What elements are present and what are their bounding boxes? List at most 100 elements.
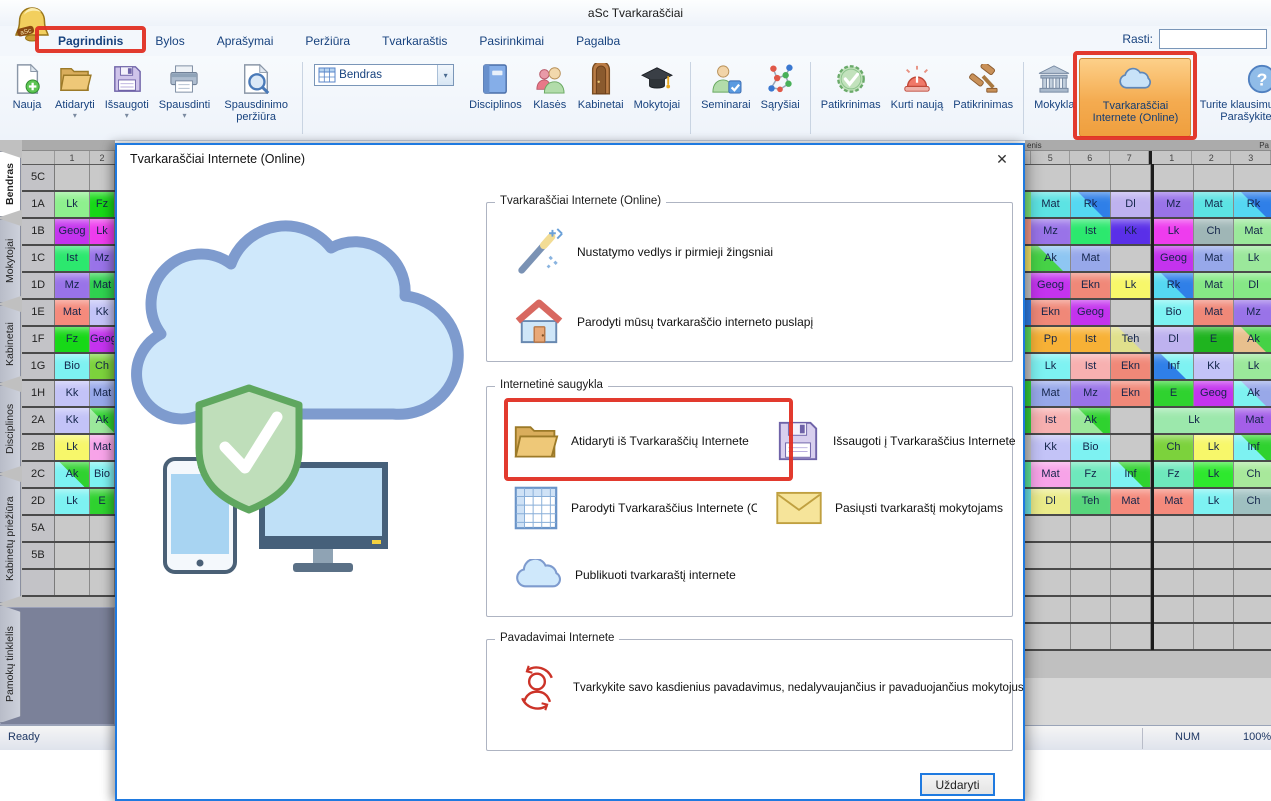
timetable-cell[interactable]: Mat [1031, 192, 1071, 217]
timetable-cell[interactable]: Geog [1194, 381, 1234, 406]
timetable-cell[interactable]: Lk [1154, 408, 1235, 433]
timetable-cell[interactable]: Ist [1071, 354, 1111, 379]
timetable-cell[interactable]: Mat [1234, 219, 1271, 244]
timetable-cell[interactable] [1194, 516, 1234, 541]
timetable-cell[interactable] [90, 516, 115, 541]
timetable-cell[interactable]: Pp [1031, 327, 1071, 352]
timetable-cell[interactable] [90, 570, 115, 595]
timetable-cell[interactable] [1031, 516, 1071, 541]
timetable-cell[interactable] [1111, 570, 1151, 595]
timetable-cell[interactable]: Ak [1234, 327, 1271, 352]
timetable-cell[interactable] [1234, 516, 1271, 541]
timetable-cell[interactable]: Kk [55, 408, 90, 433]
timetable-cell[interactable] [1234, 165, 1271, 190]
classes-button[interactable]: Klasės [527, 58, 573, 138]
timetable-cell[interactable]: Ist [1071, 219, 1111, 244]
timetable-cell[interactable]: Dl [1234, 273, 1271, 298]
timetable-cell[interactable]: Kk [1194, 354, 1234, 379]
timetable-cell[interactable]: Mat [1154, 489, 1194, 514]
timetable-cell[interactable]: Mz [1071, 381, 1111, 406]
timetable-cell[interactable]: Bio [55, 354, 90, 379]
menu-tab-pagalba[interactable]: Pagalba [562, 29, 634, 53]
timetable-cell[interactable] [1111, 300, 1151, 325]
timetable-cell[interactable]: E [1194, 327, 1234, 352]
menu-tab-apra-ymai[interactable]: Aprašymai [203, 29, 288, 53]
timetable-cell[interactable] [1071, 597, 1111, 622]
save-button[interactable]: Išsaugoti▾ [100, 58, 154, 138]
timetable-cell[interactable] [1234, 543, 1271, 568]
publish-online-item[interactable]: Publikuoti tvarkaraštį internete [513, 541, 775, 608]
timetable-cell[interactable]: Ist [1031, 408, 1071, 433]
timetable-cell[interactable]: Mat [1235, 408, 1271, 433]
timetable-cell[interactable]: Geog [90, 327, 115, 352]
timetable-cell[interactable] [1111, 543, 1151, 568]
timetable-cell[interactable] [1111, 624, 1151, 649]
timetable-cell[interactable] [1154, 516, 1194, 541]
timetable-cell[interactable] [1194, 570, 1234, 595]
timetable-cell[interactable] [90, 165, 115, 190]
timetable-cell[interactable]: Kk [1031, 435, 1071, 460]
setup-wizard-item[interactable]: Nustatymo vedlys ir pirmieji žingsniai [513, 227, 1012, 277]
sidebar-tab-pamok-tinklelis[interactable]: Pamokų tinklelis [0, 605, 21, 723]
save-to-online-item[interactable]: Išsaugoti į Tvarkaraščius Internete [775, 407, 1019, 474]
menu-tab-tvarkara-tis[interactable]: Tvarkaraštis [368, 29, 461, 53]
timetable-cell[interactable] [1111, 516, 1151, 541]
chevron-down-icon[interactable]: ▾ [125, 112, 129, 120]
timetable-cell[interactable]: Kk [55, 381, 90, 406]
chevron-down-icon[interactable]: ▾ [437, 65, 453, 85]
timetable-cell[interactable]: Lk [1234, 354, 1271, 379]
timetable-cell[interactable] [1111, 246, 1151, 271]
timetable-cell[interactable] [1154, 543, 1194, 568]
timetable-cell[interactable]: Ekn [1031, 300, 1071, 325]
classrooms-button[interactable]: Kabinetai [573, 58, 629, 138]
timetable-cell[interactable]: Mat [1071, 246, 1111, 271]
contact-us-button[interactable]: ?Turite klausimų, pastabų? Parašykite mu… [1191, 58, 1271, 138]
print-preview-button[interactable]: Spausdinimo peržiūra [215, 58, 297, 138]
timetable-cell[interactable]: Fz [90, 192, 115, 217]
timetable-cell[interactable]: Teh [1071, 489, 1111, 514]
timetable-cell[interactable]: Mz [1031, 219, 1071, 244]
timetable-cell[interactable]: Lk [55, 489, 90, 514]
timetable-cell[interactable] [55, 165, 90, 190]
timetable-cell[interactable]: Lk [1031, 354, 1071, 379]
chevron-down-icon[interactable]: ▾ [73, 112, 77, 120]
timetable-cell[interactable]: Ak [1071, 408, 1111, 433]
timetable-cell[interactable]: Fz [1154, 462, 1194, 487]
timetable-cell[interactable]: Geog [1071, 300, 1111, 325]
sidebar-tab-mokytojai[interactable]: Mokytojai [0, 219, 21, 303]
chevron-down-icon[interactable]: ▾ [182, 112, 186, 120]
timetable-cell[interactable]: Mat [90, 381, 115, 406]
timetable-cell[interactable]: Lk [55, 435, 90, 460]
timetable-cell[interactable]: Fz [55, 327, 90, 352]
sidebar-tab-disciplinos[interactable]: Disciplinos [0, 385, 21, 473]
timetable-cell[interactable]: Lk [55, 192, 90, 217]
timetable-cell[interactable]: Inf [1154, 354, 1194, 379]
timetable-cell[interactable] [1031, 543, 1071, 568]
timetable-cell[interactable] [55, 516, 90, 541]
timetable-cell[interactable]: Mat [1031, 462, 1071, 487]
create-new-button[interactable]: Kurti naują [886, 58, 949, 138]
open-from-online-item[interactable]: Atidaryti iš Tvarkaraščių Internete [513, 407, 775, 474]
timetable-cell[interactable]: Ch [90, 354, 115, 379]
timetable-cell[interactable]: Lk [1234, 246, 1271, 271]
timetable-cell[interactable]: Rk [1234, 192, 1271, 217]
search-input[interactable] [1159, 29, 1267, 49]
print-button[interactable]: Spausdinti▾ [154, 58, 215, 138]
timetable-cell[interactable]: Ak [90, 408, 115, 433]
timetable-cell[interactable]: Ak [1031, 246, 1071, 271]
timetable-cell[interactable]: Mz [90, 246, 115, 271]
timetable-cell[interactable]: Fz [1071, 462, 1111, 487]
timetable-cell[interactable] [1111, 597, 1151, 622]
timetable-cell[interactable] [1031, 570, 1071, 595]
timetable-cell[interactable] [1111, 408, 1151, 433]
timetable-cell[interactable]: Ch [1154, 435, 1194, 460]
timetable-cell[interactable]: Inf [1234, 435, 1271, 460]
timetable-cell[interactable]: Geog [1154, 246, 1194, 271]
timetable-cell[interactable]: Ak [55, 462, 90, 487]
timetable-cell[interactable] [1234, 624, 1271, 649]
timetable-cell[interactable] [1194, 543, 1234, 568]
timetable-cell[interactable] [1071, 165, 1111, 190]
timetable-cell[interactable] [55, 570, 90, 595]
timetable-cell[interactable]: Ist [1071, 327, 1111, 352]
close-button[interactable]: Uždaryti [920, 773, 995, 796]
